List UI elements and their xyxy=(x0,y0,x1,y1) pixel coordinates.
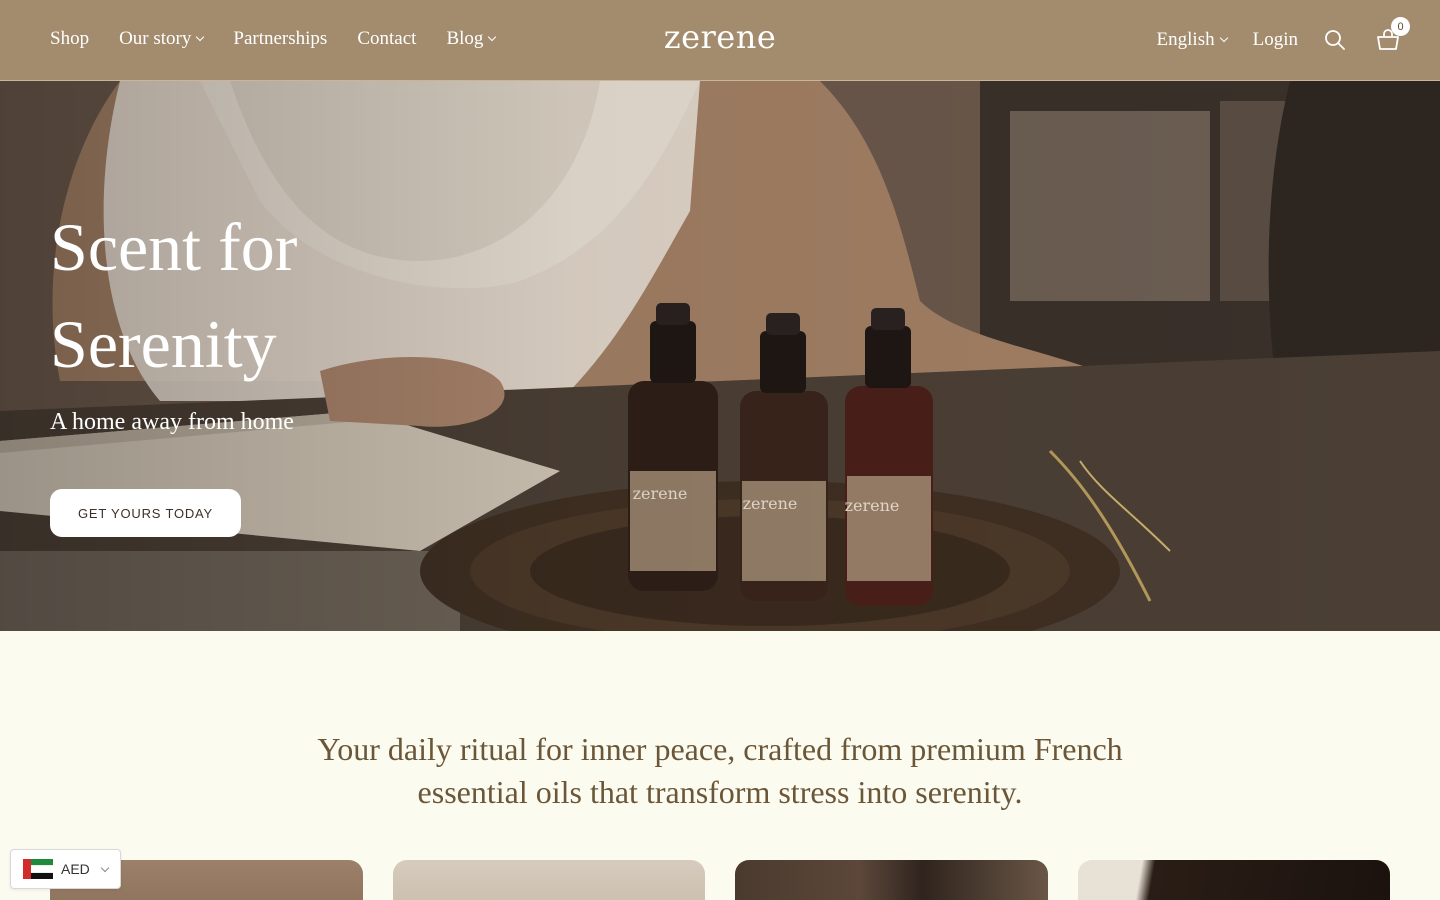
header-actions: English Login 0 xyxy=(1156,17,1410,60)
hero-subtitle: A home away from home xyxy=(50,409,294,435)
chevron-down-icon xyxy=(100,863,110,872)
site-header: Shop Our story Partnerships Contact Blog… xyxy=(0,0,1440,81)
hero-title: Scent for Serenity xyxy=(50,199,297,393)
login-label: Login xyxy=(1252,29,1298,50)
tagline: Your daily ritual for inner peace, craft… xyxy=(220,728,1220,814)
product-card[interactable] xyxy=(735,860,1048,900)
tagline-line2: essential oils that transform stress int… xyxy=(417,774,1023,810)
get-yours-today-button[interactable]: GET YOURS TODAY xyxy=(50,489,241,537)
language-selector[interactable]: English xyxy=(1156,29,1228,51)
hero-banner: zerene zerene zerene Scent for Serenity … xyxy=(0,81,1440,631)
hero-title-line1: Scent for xyxy=(50,209,298,285)
product-card[interactable] xyxy=(1078,860,1390,900)
login-link[interactable]: Login xyxy=(1253,29,1298,51)
search-icon[interactable] xyxy=(1324,27,1350,53)
uae-flag-icon xyxy=(23,859,53,879)
tagline-line1: Your daily ritual for inner peace, craft… xyxy=(317,731,1123,767)
cart-icon[interactable]: 0 xyxy=(1376,17,1410,53)
hero-title-line2: Serenity xyxy=(50,306,277,382)
language-label: English xyxy=(1156,29,1215,50)
currency-selector[interactable]: AED xyxy=(10,849,121,889)
currency-code: AED xyxy=(61,861,90,877)
product-card[interactable] xyxy=(393,860,705,900)
cart-count-badge: 0 xyxy=(1391,17,1410,36)
chevron-down-icon xyxy=(1219,33,1228,42)
